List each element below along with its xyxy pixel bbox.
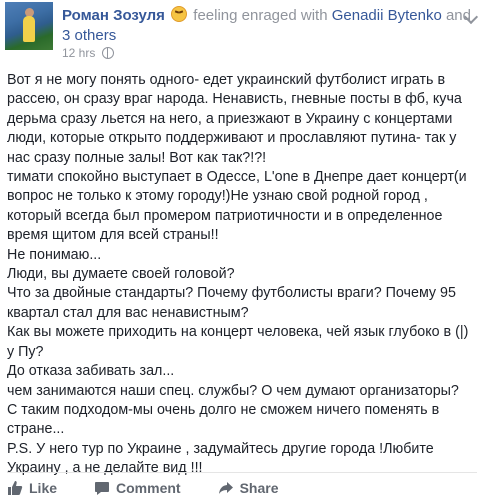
timestamp[interactable]: 12 hrs bbox=[62, 46, 95, 60]
post-paragraph: чем занимаются наши спец. службы? О чем … bbox=[7, 382, 459, 399]
author-name[interactable]: Роман Зозуля bbox=[62, 7, 165, 24]
enraged-emoji-icon bbox=[171, 6, 188, 22]
post-paragraph: Не понимаю... bbox=[7, 246, 102, 263]
post-paragraph: Как вы можете приходить на концерт челов… bbox=[7, 324, 469, 360]
post-paragraph: Что за двойные стандарты? Почему футболи… bbox=[7, 285, 456, 321]
post-paragraph: С таким подходом-мы очень долго не сможе… bbox=[7, 401, 440, 438]
share-icon bbox=[218, 482, 233, 494]
post-paragraph: тимати спокойно выступает в Одессе, L'on… bbox=[7, 169, 467, 244]
post-actions: Like Comment Share bbox=[7, 478, 316, 498]
comment-button[interactable]: Comment bbox=[94, 480, 181, 496]
post-header-line: Роман Зозуля feeling enraged with Genadi… bbox=[62, 6, 477, 46]
share-button[interactable]: Share bbox=[218, 480, 279, 496]
thumbs-up-icon bbox=[8, 481, 23, 495]
actions-divider bbox=[7, 472, 477, 473]
comment-label: Comment bbox=[116, 480, 181, 496]
post-paragraph: Люди, вы думаете своей головой? bbox=[7, 266, 235, 283]
tagged-person-link[interactable]: Genadii Bytenko bbox=[332, 7, 442, 24]
post-paragraph: Вот я не могу понять одного- едет украин… bbox=[7, 72, 462, 166]
share-label: Share bbox=[239, 480, 279, 496]
post-paragraph: До отказа забивать зал... bbox=[7, 363, 175, 380]
avatar[interactable] bbox=[5, 2, 53, 50]
comment-icon bbox=[95, 482, 110, 495]
like-label: Like bbox=[29, 480, 58, 496]
feeling-text: feeling enraged with bbox=[193, 7, 328, 24]
post-meta: 12 hrs bbox=[62, 46, 114, 60]
avatar-figure bbox=[23, 16, 35, 42]
like-button[interactable]: Like bbox=[7, 480, 57, 496]
others-link[interactable]: 3 others bbox=[62, 27, 116, 44]
post-header: Роман Зозуля feeling enraged with Genadi… bbox=[0, 0, 484, 64]
globe-icon[interactable] bbox=[101, 47, 114, 59]
post-content: Вот я не могу понять одного- едет украин… bbox=[7, 71, 477, 479]
